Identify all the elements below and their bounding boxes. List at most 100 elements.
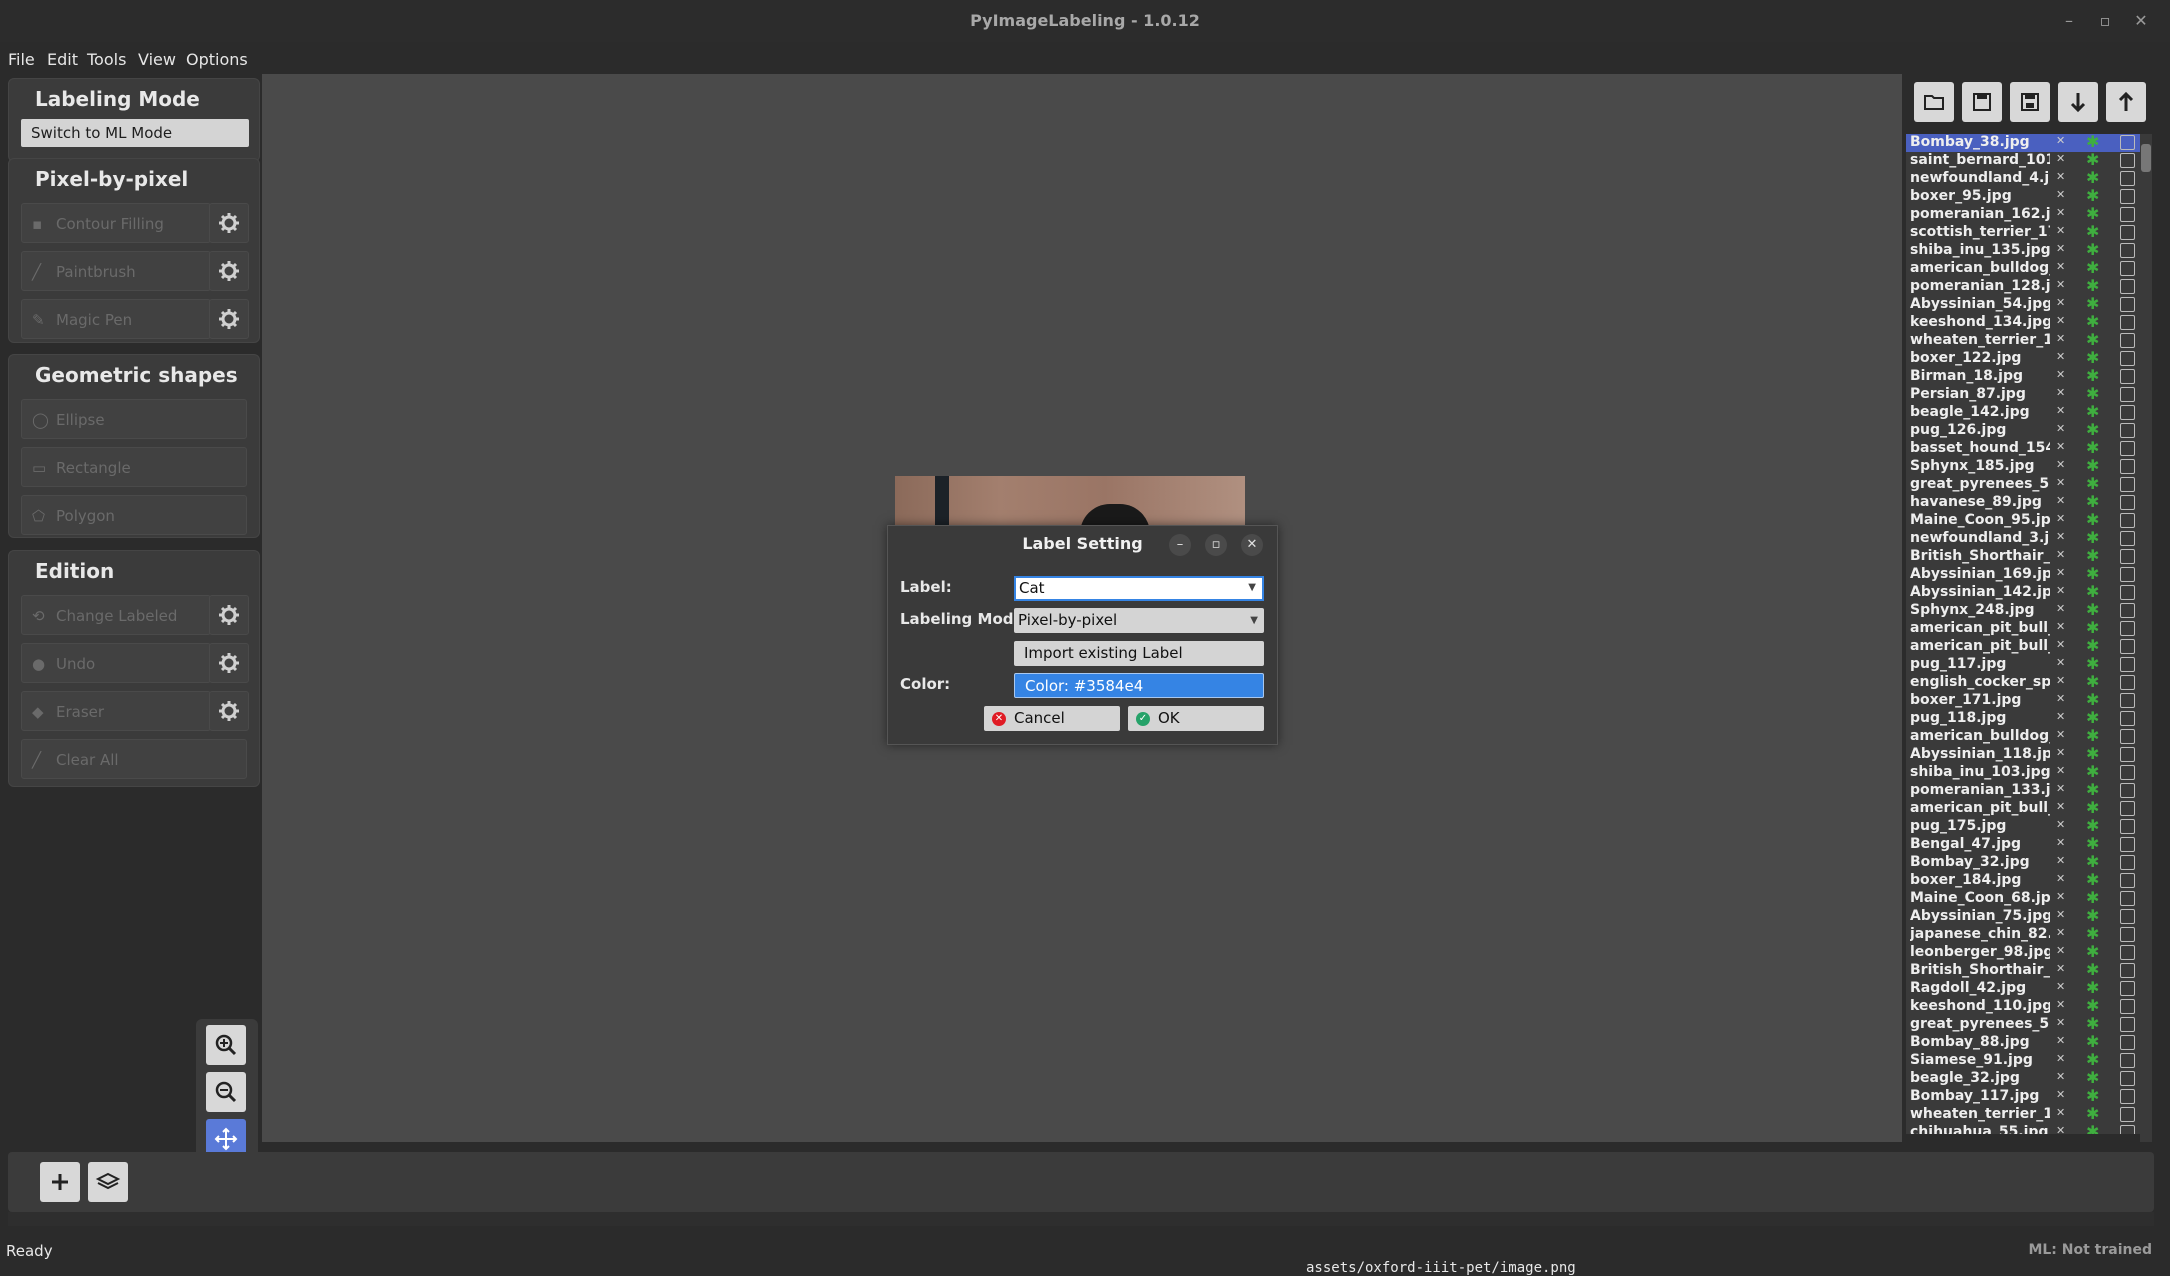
file-list-item[interactable]: Bombay_88.jpg ✕ ✱	[1906, 1032, 2142, 1052]
file-checkbox[interactable]	[2120, 225, 2135, 240]
file-list-item[interactable]: pug_117.jpg ✕ ✱	[1906, 654, 2142, 674]
remove-file-icon[interactable]: ✕	[2056, 692, 2065, 705]
file-checkbox[interactable]	[2120, 621, 2135, 636]
file-checkbox[interactable]	[2120, 441, 2135, 456]
remove-file-icon[interactable]: ✕	[2056, 152, 2065, 165]
remove-file-icon[interactable]: ✕	[2056, 530, 2065, 543]
file-list-item[interactable]: newfoundland_3.jpg ✕ ✱	[1906, 528, 2142, 548]
file-list-item[interactable]: Abyssinian_54.jpg ✕ ✱	[1906, 294, 2142, 314]
polygon-button[interactable]: ⬠ Polygon	[21, 495, 247, 535]
file-list-item[interactable]: boxer_122.jpg ✕ ✱	[1906, 348, 2142, 368]
file-checkbox[interactable]	[2120, 819, 2135, 834]
file-list-item[interactable]: beagle_142.jpg ✕ ✱	[1906, 402, 2142, 422]
file-checkbox[interactable]	[2120, 567, 2135, 582]
file-list-item[interactable]: Abyssinian_118.jpg ✕ ✱	[1906, 744, 2142, 764]
file-list-item[interactable]: pug_175.jpg ✕ ✱	[1906, 816, 2142, 836]
file-checkbox[interactable]	[2120, 243, 2135, 258]
switch-to-ml-button[interactable]: Switch to ML Mode	[21, 119, 249, 147]
file-checkbox[interactable]	[2120, 549, 2135, 564]
file-list-item[interactable]: British_Shorthair_1.jpg ✕ ✱	[1906, 960, 2142, 980]
file-checkbox[interactable]	[2120, 927, 2135, 942]
file-list-item[interactable]: Bombay_38.jpg ✕ ✱	[1906, 134, 2142, 152]
file-list-item[interactable]: British_Shorthair_1.jpg ✕ ✱	[1906, 546, 2142, 566]
file-list-item[interactable]: Bombay_117.jpg ✕ ✱	[1906, 1086, 2142, 1106]
remove-file-icon[interactable]: ✕	[2056, 908, 2065, 921]
ok-button[interactable]: ✓ OK	[1128, 706, 1264, 731]
cancel-button[interactable]: ✕ Cancel	[984, 706, 1120, 731]
remove-file-icon[interactable]: ✕	[2056, 656, 2065, 669]
file-checkbox[interactable]	[2120, 135, 2135, 150]
file-checkbox[interactable]	[2120, 513, 2135, 528]
file-checkbox[interactable]	[2120, 189, 2135, 204]
remove-file-icon[interactable]: ✕	[2056, 566, 2065, 579]
import-label-button[interactable]: Import existing Label	[1014, 641, 1264, 666]
change-labeled-area-settings-button[interactable]	[209, 595, 249, 635]
file-checkbox[interactable]	[2120, 855, 2135, 870]
clear-all-button[interactable]: ╱ Clear All	[21, 739, 247, 779]
file-checkbox[interactable]	[2120, 387, 2135, 402]
remove-file-icon[interactable]: ✕	[2056, 962, 2065, 975]
file-list-item[interactable]: shiba_inu_135.jpg ✕ ✱	[1906, 240, 2142, 260]
file-list-item[interactable]: Siamese_91.jpg ✕ ✱	[1906, 1050, 2142, 1070]
file-list-item[interactable]: american_pit_bull_t.jpg ✕ ✱	[1906, 798, 2142, 818]
file-list-item[interactable]: chihuahua_55.jpg ✕ ✱	[1906, 1122, 2142, 1134]
remove-file-icon[interactable]: ✕	[2056, 224, 2065, 237]
remove-file-icon[interactable]: ✕	[2056, 980, 2065, 993]
remove-file-icon[interactable]: ✕	[2056, 998, 2065, 1011]
change-labeled-area-button[interactable]: ⟲ Change Labeled Area	[21, 595, 211, 665]
file-checkbox[interactable]	[2120, 459, 2135, 474]
file-checkbox[interactable]	[2120, 1035, 2135, 1050]
file-checkbox[interactable]	[2120, 171, 2135, 186]
file-checkbox[interactable]	[2120, 585, 2135, 600]
remove-file-icon[interactable]: ✕	[2056, 386, 2065, 399]
remove-file-icon[interactable]: ✕	[2056, 296, 2065, 309]
save-all-button[interactable]	[2010, 82, 2050, 122]
file-checkbox[interactable]	[2120, 351, 2135, 366]
remove-file-icon[interactable]: ✕	[2056, 512, 2065, 525]
remove-file-icon[interactable]: ✕	[2056, 440, 2065, 453]
file-list-item[interactable]: japanese_chin_82.jpg ✕ ✱	[1906, 924, 2142, 944]
file-checkbox[interactable]	[2120, 369, 2135, 384]
remove-file-icon[interactable]: ✕	[2056, 458, 2065, 471]
file-checkbox[interactable]	[2120, 531, 2135, 546]
paintbrush-button[interactable]: ╱ Paintbrush	[21, 251, 211, 291]
close-window-button[interactable]: ✕	[2128, 8, 2154, 34]
menu-view[interactable]: View	[138, 50, 176, 69]
file-checkbox[interactable]	[2120, 891, 2135, 906]
file-list-item[interactable]: keeshond_110.jpg ✕ ✱	[1906, 996, 2142, 1016]
remove-file-icon[interactable]: ✕	[2056, 1016, 2065, 1029]
file-list-item[interactable]: beagle_32.jpg ✕ ✱	[1906, 1068, 2142, 1088]
remove-file-icon[interactable]: ✕	[2056, 350, 2065, 363]
file-list-item[interactable]: boxer_184.jpg ✕ ✱	[1906, 870, 2142, 890]
contour-filling-button[interactable]: ▪ Contour Filling	[21, 203, 211, 243]
file-list-item[interactable]: Abyssinian_75.jpg ✕ ✱	[1906, 906, 2142, 926]
remove-file-icon[interactable]: ✕	[2056, 836, 2065, 849]
file-checkbox[interactable]	[2120, 603, 2135, 618]
file-checkbox[interactable]	[2120, 315, 2135, 330]
file-checkbox[interactable]	[2120, 495, 2135, 510]
file-checkbox[interactable]	[2120, 1071, 2135, 1086]
dialog-minimize-button[interactable]: –	[1169, 534, 1191, 556]
download-button[interactable]	[2058, 82, 2098, 122]
file-checkbox[interactable]	[2120, 837, 2135, 852]
file-checkbox[interactable]	[2120, 711, 2135, 726]
chevron-down-icon[interactable]: ▼	[1248, 577, 1256, 598]
remove-file-icon[interactable]: ✕	[2056, 800, 2065, 813]
file-checkbox[interactable]	[2120, 1125, 2135, 1134]
save-button[interactable]	[1962, 82, 2002, 122]
file-list-item[interactable]: american_bulldog_1.jpg ✕ ✱	[1906, 258, 2142, 278]
dialog-maximize-button[interactable]: ▫	[1205, 534, 1227, 556]
remove-file-icon[interactable]: ✕	[2056, 1034, 2065, 1047]
remove-file-icon[interactable]: ✕	[2056, 494, 2065, 507]
file-list-item[interactable]: Abyssinian_169.jpg ✕ ✱	[1906, 564, 2142, 584]
rectangle-button[interactable]: ▭ Rectangle	[21, 447, 247, 487]
paintbrush-settings-button[interactable]	[209, 251, 249, 291]
remove-file-icon[interactable]: ✕	[2056, 746, 2065, 759]
ellipse-button[interactable]: ◯ Ellipse	[21, 399, 247, 439]
remove-file-icon[interactable]: ✕	[2056, 404, 2065, 417]
file-checkbox[interactable]	[2120, 1017, 2135, 1032]
remove-file-icon[interactable]: ✕	[2056, 602, 2065, 615]
remove-file-icon[interactable]: ✕	[2056, 872, 2065, 885]
contour-filling-settings-button[interactable]	[209, 203, 249, 243]
horizontal-scrollbar[interactable]	[8, 1212, 2154, 1226]
